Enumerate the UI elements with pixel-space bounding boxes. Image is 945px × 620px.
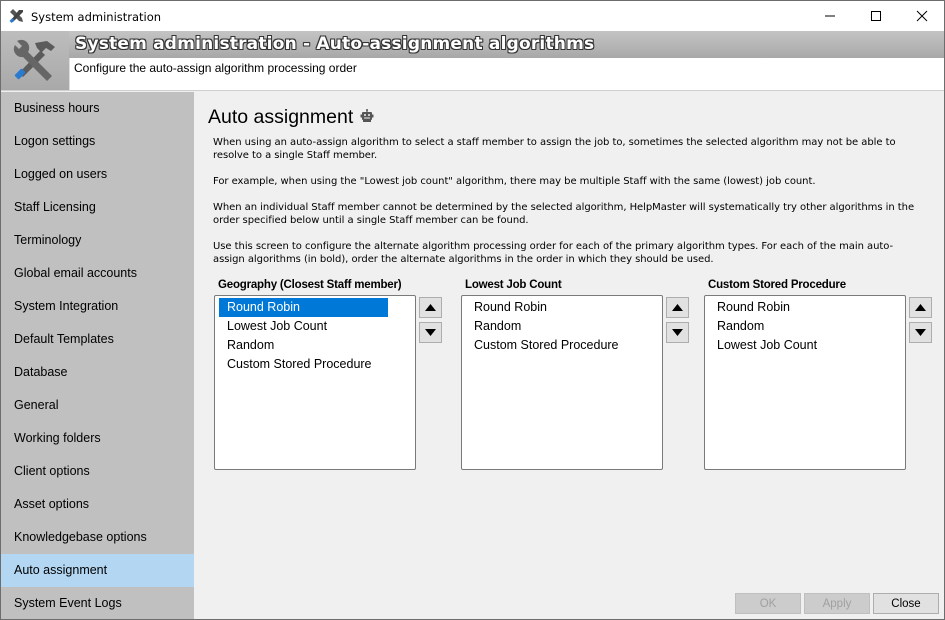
- banner-subtitle-area: Configure the auto-assign algorithm proc…: [69, 58, 944, 91]
- page-title: Auto assignment: [208, 106, 354, 128]
- banner-icon-area: [1, 31, 69, 91]
- triangle-up-icon: [672, 304, 683, 311]
- banner-title-bar: System administration - Auto-assignment …: [69, 31, 944, 58]
- triangle-down-icon: [672, 329, 683, 336]
- tools-icon: [9, 8, 25, 24]
- custom-stored-procedure-move-up-button[interactable]: [909, 297, 932, 318]
- custom-stored-procedure-alternates-listbox[interactable]: Round Robin Random Lowest Job Count: [704, 295, 906, 470]
- sidebar-item-terminology[interactable]: Terminology: [1, 224, 194, 257]
- sidebar-item-general[interactable]: General: [1, 389, 194, 422]
- sidebar: Business hours Logon settings Logged on …: [1, 92, 194, 619]
- close-button[interactable]: Close: [873, 593, 939, 614]
- sidebar-item-knowledgebase-options[interactable]: Knowledgebase options: [1, 521, 194, 554]
- sidebar-item-logged-on-users[interactable]: Logged on users: [1, 158, 194, 191]
- custom-stored-procedure-move-down-button[interactable]: [909, 322, 932, 343]
- wrench-hammer-icon: [13, 39, 55, 81]
- geography-alternates-listbox[interactable]: Round Robin Lowest Job Count Random Cust…: [214, 295, 416, 470]
- description-paragraph-1: When using an auto-assign algorithm to s…: [213, 137, 896, 161]
- sidebar-item-database[interactable]: Database: [1, 356, 194, 389]
- maximize-button[interactable]: [853, 1, 899, 31]
- list-item[interactable]: Round Robin: [219, 298, 388, 317]
- maximize-icon: [871, 11, 881, 21]
- group-label-lowest-job-count: Lowest Job Count: [465, 279, 562, 291]
- list-item[interactable]: Random: [219, 336, 274, 355]
- window-title: System administration: [31, 10, 162, 24]
- main-panel: Auto assignment When using an auto-assig…: [194, 92, 944, 619]
- list-item[interactable]: Custom Stored Procedure: [466, 336, 619, 355]
- description-paragraph-3: When an individual Staff member cannot b…: [213, 202, 915, 226]
- sidebar-item-system-event-logs[interactable]: System Event Logs: [1, 587, 194, 620]
- sidebar-item-asset-options[interactable]: Asset options: [1, 488, 194, 521]
- sidebar-item-logon-settings[interactable]: Logon settings: [1, 125, 194, 158]
- close-icon: [916, 10, 928, 22]
- sidebar-item-default-templates[interactable]: Default Templates: [1, 323, 194, 356]
- list-item[interactable]: Custom Stored Procedure: [219, 355, 372, 374]
- geography-move-up-button[interactable]: [419, 297, 442, 318]
- close-window-button[interactable]: [899, 1, 945, 31]
- group-label-geography: Geography (Closest Staff member): [218, 279, 402, 291]
- sidebar-item-business-hours[interactable]: Business hours: [1, 92, 194, 125]
- banner-subtitle: Configure the auto-assign algorithm proc…: [74, 61, 357, 75]
- page-banner: System administration - Auto-assignment …: [1, 31, 944, 91]
- triangle-up-icon: [425, 304, 436, 311]
- ok-button[interactable]: OK: [735, 593, 801, 614]
- group-label-custom-stored-procedure: Custom Stored Procedure: [708, 279, 846, 291]
- description-paragraph-2: For example, when using the "Lowest job …: [213, 176, 816, 187]
- system-administration-window: System administration System administrat…: [0, 0, 945, 620]
- lowest-job-count-move-up-button[interactable]: [666, 297, 689, 318]
- list-item[interactable]: Lowest Job Count: [709, 336, 817, 355]
- lowest-job-count-move-down-button[interactable]: [666, 322, 689, 343]
- geography-move-down-button[interactable]: [419, 322, 442, 343]
- list-item[interactable]: Random: [709, 317, 764, 336]
- apply-button[interactable]: Apply: [804, 593, 870, 614]
- minimize-icon: [825, 15, 835, 17]
- list-item[interactable]: Random: [466, 317, 521, 336]
- list-item[interactable]: Lowest Job Count: [219, 317, 327, 336]
- sidebar-item-working-folders[interactable]: Working folders: [1, 422, 194, 455]
- lowest-job-count-alternates-listbox[interactable]: Round Robin Random Custom Stored Procedu…: [461, 295, 663, 470]
- title-bar: System administration: [1, 1, 944, 31]
- triangle-up-icon: [915, 304, 926, 311]
- list-item[interactable]: Round Robin: [709, 298, 790, 317]
- banner-title: System administration - Auto-assignment …: [75, 34, 595, 54]
- description-paragraph-4: Use this screen to configure the alterna…: [213, 241, 894, 265]
- sidebar-item-staff-licensing[interactable]: Staff Licensing: [1, 191, 194, 224]
- sidebar-item-auto-assignment[interactable]: Auto assignment: [1, 554, 194, 587]
- minimize-button[interactable]: [807, 1, 853, 31]
- sidebar-item-global-email-accounts[interactable]: Global email accounts: [1, 257, 194, 290]
- triangle-down-icon: [425, 329, 436, 336]
- triangle-down-icon: [915, 329, 926, 336]
- robot-icon: [360, 109, 374, 126]
- sidebar-item-system-integration[interactable]: System Integration: [1, 290, 194, 323]
- sidebar-item-client-options[interactable]: Client options: [1, 455, 194, 488]
- list-item[interactable]: Round Robin: [466, 298, 547, 317]
